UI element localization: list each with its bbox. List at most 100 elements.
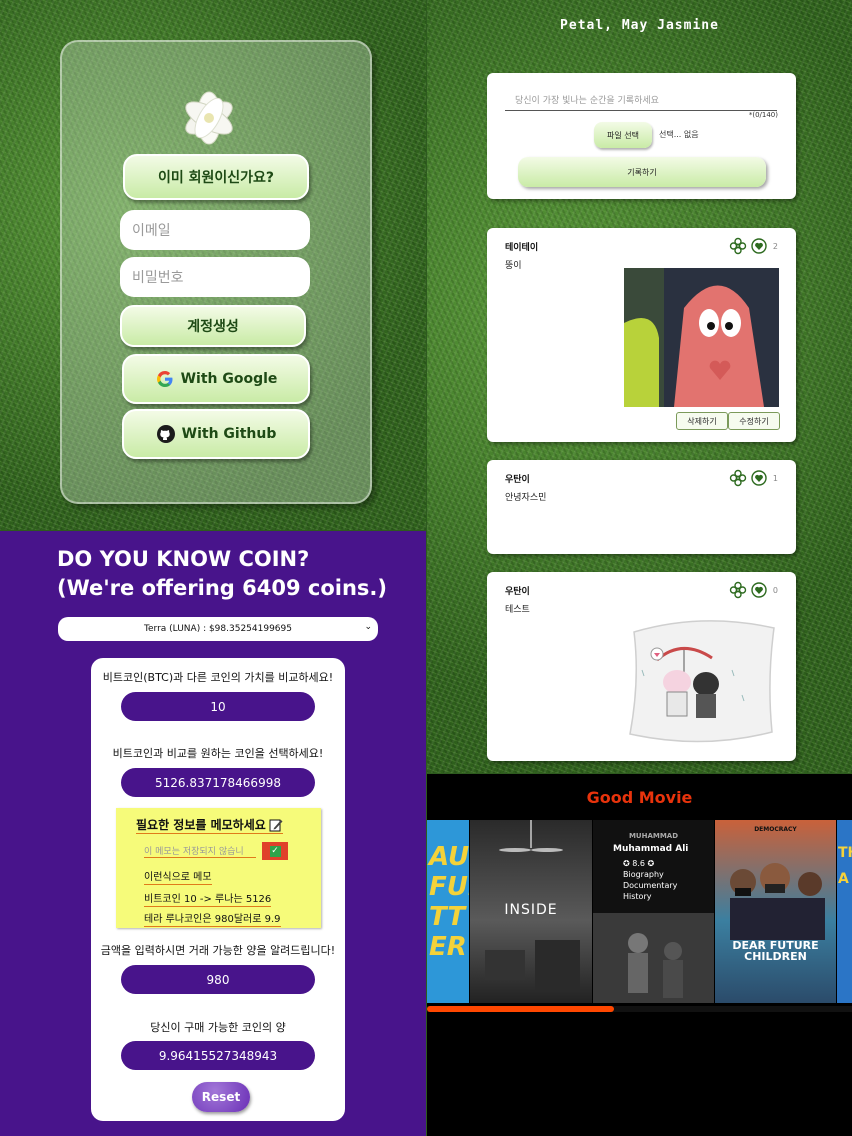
edit-post-label: 수정하기 bbox=[739, 416, 769, 426]
poster-text: INSIDE bbox=[504, 902, 558, 918]
post-card: 우탄이 0 테스트 bbox=[487, 572, 796, 761]
github-label: With Github bbox=[181, 426, 277, 442]
composer-input[interactable]: 당신이 가장 빛나는 순간을 기록하세요 bbox=[505, 93, 777, 111]
movie-poster[interactable]: TH A bbox=[837, 820, 852, 1003]
select-label: 비트코인과 비교를 원하는 코인을 선택하세요! bbox=[112, 747, 324, 760]
file-select-button[interactable]: 파일 선택 bbox=[594, 122, 652, 148]
feed-title: Petal, May Jasmine bbox=[560, 18, 719, 33]
petal-icon[interactable] bbox=[729, 469, 747, 487]
post-card: 우탄이 1 안녕자스민 bbox=[487, 460, 796, 554]
post-actions: 2 bbox=[729, 237, 778, 255]
amount-input[interactable]: 980 bbox=[121, 965, 315, 994]
memo-item: 비트코인 10 -> 루나는 5126 bbox=[144, 890, 272, 907]
post-text: 뚱이 bbox=[505, 261, 522, 271]
login-screen: 이미 회원이신가요? 이메일 비밀번호 계정생성 With Google Wit… bbox=[0, 0, 426, 530]
converted-value-field: 5126.837178466998 bbox=[121, 768, 315, 797]
memo-pencil-icon bbox=[269, 819, 283, 831]
chevron-down-icon: ⌄ bbox=[364, 622, 372, 632]
poster-text: ER bbox=[429, 932, 467, 962]
protest-crowd bbox=[730, 863, 825, 940]
poster-text: Documentary bbox=[623, 881, 678, 890]
like-count: 1 bbox=[772, 473, 778, 483]
post-card: 테이테이 2 뚱이 삭제하기 수정하기 bbox=[487, 228, 796, 442]
composer-card: 당신이 가장 빛나는 순간을 기록하세요 *(0/140) 파일 선택 선택..… bbox=[487, 73, 796, 199]
post-actions: 1 bbox=[729, 469, 778, 487]
boxing-scene bbox=[593, 913, 714, 1003]
petal-icon[interactable] bbox=[729, 237, 747, 255]
delete-post-label: 삭제하기 bbox=[687, 416, 717, 426]
poster-text: ✪ 8.6 ✪ bbox=[623, 859, 655, 868]
poster-text: FUL bbox=[429, 872, 469, 902]
create-account-label: 계정생성 bbox=[187, 319, 239, 335]
post-text: 안녕자스민 bbox=[505, 493, 547, 503]
google-label: With Google bbox=[180, 371, 278, 387]
coin-title: DO YOU KNOW COIN? (We're offering 6409 c… bbox=[57, 545, 387, 603]
file-status: 선택... 없음 bbox=[659, 130, 699, 139]
movie-poster[interactable]: DEMOCRACY DEAR FUTURE CHILDREN bbox=[715, 820, 836, 1003]
petal-icon[interactable] bbox=[729, 581, 747, 599]
post-actions: 0 bbox=[729, 581, 778, 599]
movie-poster[interactable]: AU FUL TT ER bbox=[427, 820, 469, 1003]
heart-icon[interactable] bbox=[751, 582, 767, 598]
poster-text: History bbox=[623, 892, 652, 901]
coin-title-line1: DO YOU KNOW COIN? bbox=[57, 547, 310, 571]
coin-select[interactable]: Terra (LUNA) : $98.35254199695 ⌄ bbox=[58, 617, 378, 641]
create-account-button[interactable]: 계정생성 bbox=[120, 305, 306, 347]
buyable-value-field: 9.96415527348943 bbox=[121, 1041, 315, 1070]
google-icon bbox=[156, 371, 173, 387]
movie-section-title: Good Movie bbox=[586, 788, 693, 807]
memo-title: 필요한 정보를 메모하세요 bbox=[136, 816, 283, 834]
submit-post-button[interactable]: 기록하기 bbox=[518, 157, 766, 187]
like-count: 2 bbox=[772, 241, 778, 251]
coin-select-value: Terra (LUNA) : $98.35254199695 bbox=[144, 624, 292, 634]
memo-note: 필요한 정보를 메모하세요 이 메모는 저장되지 않습니 ✓ 이런식으로 메모 … bbox=[116, 808, 321, 928]
amount-value: 980 bbox=[206, 972, 230, 987]
btc-amount-value: 10 bbox=[210, 699, 226, 714]
google-login-button[interactable]: With Google bbox=[122, 354, 310, 404]
composer-placeholder: 당신이 가장 빛나는 순간을 기록하세요 bbox=[515, 96, 659, 106]
memo-item: 이런식으로 메모 bbox=[144, 868, 212, 885]
memo-input[interactable]: 이 메모는 저장되지 않습니 bbox=[144, 844, 256, 858]
amount-label: 금액을 입력하시면 거래 가능한 양을 알려드립니다! bbox=[100, 944, 336, 957]
compare-label: 비트코인(BTC)과 다른 코인의 가치를 비교하세요! bbox=[102, 671, 334, 684]
delete-post-button[interactable]: 삭제하기 bbox=[676, 412, 728, 430]
post-author: 우탄이 bbox=[505, 475, 530, 485]
memo-input-placeholder: 이 메모는 저장되지 않습니 bbox=[144, 847, 244, 857]
like-count: 0 bbox=[772, 585, 778, 595]
memo-add-button[interactable]: ✓ bbox=[262, 842, 288, 860]
check-icon: ✓ bbox=[269, 845, 281, 857]
password-placeholder: 비밀번호 bbox=[132, 270, 184, 286]
reset-label: Reset bbox=[201, 1090, 241, 1104]
carousel-scroll-thumb[interactable] bbox=[427, 1006, 614, 1012]
poster-text: MUHAMMAD bbox=[628, 832, 679, 840]
reset-button[interactable]: Reset bbox=[192, 1082, 250, 1112]
coin-title-line2: (We're offering 6409 coins.) bbox=[57, 576, 387, 600]
post-text: 테스트 bbox=[505, 605, 530, 615]
coin-panel: 비트코인(BTC)과 다른 코인의 가치를 비교하세요! 10 비트코인과 비교… bbox=[91, 658, 345, 1121]
carousel-scrollbar[interactable] bbox=[427, 1006, 852, 1012]
email-input[interactable]: 이메일 bbox=[120, 210, 310, 250]
heart-icon[interactable] bbox=[751, 470, 767, 486]
github-icon bbox=[156, 425, 175, 443]
github-login-button[interactable]: With Github bbox=[122, 409, 310, 459]
memo-item: 테라 루나코인은 980달러로 9.9 bbox=[144, 910, 281, 927]
already-member-button[interactable]: 이미 회원이신가요? bbox=[123, 154, 309, 200]
btc-amount-input[interactable]: 10 bbox=[121, 692, 315, 721]
post-image bbox=[622, 610, 782, 750]
post-image bbox=[624, 268, 779, 407]
edit-post-button[interactable]: 수정하기 bbox=[728, 412, 780, 430]
buyable-value: 9.96415527348943 bbox=[158, 1048, 278, 1063]
heart-icon[interactable] bbox=[751, 238, 767, 254]
char-counter: *(0/140) bbox=[748, 111, 778, 119]
converted-value: 5126.837178466998 bbox=[155, 775, 281, 790]
email-placeholder: 이메일 bbox=[132, 223, 171, 239]
password-input[interactable]: 비밀번호 bbox=[120, 257, 310, 297]
poster-text: AU bbox=[429, 842, 469, 872]
movie-poster[interactable]: MUHAMMAD Muhammad Ali ✪ 8.6 ✪ Biography … bbox=[593, 820, 714, 1003]
poster-text: CHILDREN bbox=[744, 950, 807, 963]
feed-screen: Petal, May Jasmine 당신이 가장 빛나는 순간을 기록하세요 … bbox=[427, 0, 852, 773]
poster-text: A bbox=[838, 871, 849, 887]
file-select-label: 파일 선택 bbox=[607, 130, 639, 140]
movie-poster[interactable]: INSIDE bbox=[470, 820, 592, 1003]
poster-text: TH bbox=[838, 845, 852, 861]
